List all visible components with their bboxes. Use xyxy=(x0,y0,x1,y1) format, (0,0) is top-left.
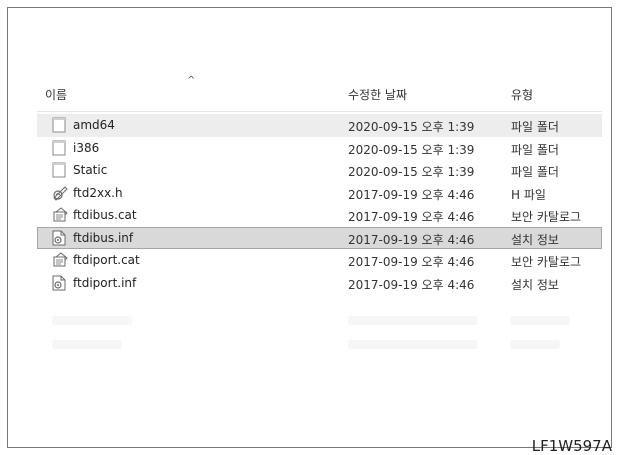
file-row-ftd2xx-h[interactable]: ftd2xx.h 2017-09-19 오후 4:46 H 파일 xyxy=(37,182,602,205)
file-date-modified: 2017-09-19 오후 4:46 xyxy=(348,187,475,202)
file-date-modified: 2020-09-15 오후 1:39 xyxy=(348,165,475,179)
column-header-name[interactable]: 이름 xyxy=(45,86,67,103)
file-name: ftdiport.inf xyxy=(73,275,137,290)
file-type: 설치 정보 xyxy=(511,232,559,247)
file-name: ftd2xx.h xyxy=(73,185,123,200)
file-row-i386[interactable]: i386 2020-09-15 오후 1:39 파일 폴더 xyxy=(37,137,602,160)
file-name: i386 xyxy=(73,140,100,155)
file-date-modified: 2020-09-15 오후 1:39 xyxy=(348,142,475,157)
file-name: ftdiport.cat xyxy=(73,253,140,267)
file-name: Static xyxy=(73,163,108,177)
file-type: 보안 카탈로그 xyxy=(511,210,582,224)
file-row-static[interactable]: Static 2020-09-15 오후 1:39 파일 폴더 xyxy=(37,159,602,182)
file-name: ftdibus.inf xyxy=(73,230,134,245)
column-header-type[interactable]: 유형 xyxy=(511,86,533,103)
file-list-header: ^ 이름 수정한 날짜 유형 xyxy=(37,70,602,112)
file-type: 파일 폴더 xyxy=(511,120,559,134)
header-file-icon xyxy=(52,185,68,201)
faded-reflection xyxy=(52,312,602,362)
file-row-ftdiport-cat[interactable]: ftdiport.cat 2017-09-19 오후 4:46 보안 카탈로그 xyxy=(37,249,602,272)
folder-icon xyxy=(52,117,66,133)
file-name: amd64 xyxy=(73,118,115,132)
file-row-ftdibus-cat[interactable]: ftdibus.cat 2017-09-19 오후 4:46 보안 카탈로그 xyxy=(37,204,602,227)
chevron-up-icon[interactable]: ^ xyxy=(187,75,195,86)
column-header-date-modified[interactable]: 수정한 날짜 xyxy=(348,86,407,103)
security-catalog-icon xyxy=(52,207,68,223)
folder-icon xyxy=(52,140,66,156)
file-type: 설치 정보 xyxy=(511,277,559,292)
file-type: 파일 폴더 xyxy=(511,165,559,179)
file-row-ftdiport-inf[interactable]: ftdiport.inf 2017-09-19 오후 4:46 설치 정보 xyxy=(37,272,602,295)
figure-code: LF1W597A xyxy=(531,437,612,455)
file-date-modified: 2020-09-15 오후 1:39 xyxy=(348,120,475,134)
file-date-modified: 2017-09-19 오후 4:46 xyxy=(348,255,475,269)
file-type: H 파일 xyxy=(511,187,546,202)
file-date-modified: 2017-09-19 오후 4:46 xyxy=(348,232,475,247)
file-type: 파일 폴더 xyxy=(511,142,559,157)
file-date-modified: 2017-09-19 오후 4:46 xyxy=(348,277,475,292)
folder-icon xyxy=(52,162,66,178)
header-divider xyxy=(37,111,602,112)
file-name: ftdibus.cat xyxy=(73,208,137,222)
file-row-amd64[interactable]: amd64 2020-09-15 오후 1:39 파일 폴더 xyxy=(37,114,602,137)
setup-info-icon xyxy=(52,275,66,291)
file-type: 보안 카탈로그 xyxy=(511,255,582,269)
security-catalog-icon xyxy=(52,252,68,268)
file-list: amd64 2020-09-15 오후 1:39 파일 폴더 i386 2020… xyxy=(37,114,602,294)
setup-info-icon xyxy=(52,230,66,246)
file-row-ftdibus-inf[interactable]: ftdibus.inf 2017-09-19 오후 4:46 설치 정보 xyxy=(37,226,602,249)
file-date-modified: 2017-09-19 오후 4:46 xyxy=(348,210,475,224)
